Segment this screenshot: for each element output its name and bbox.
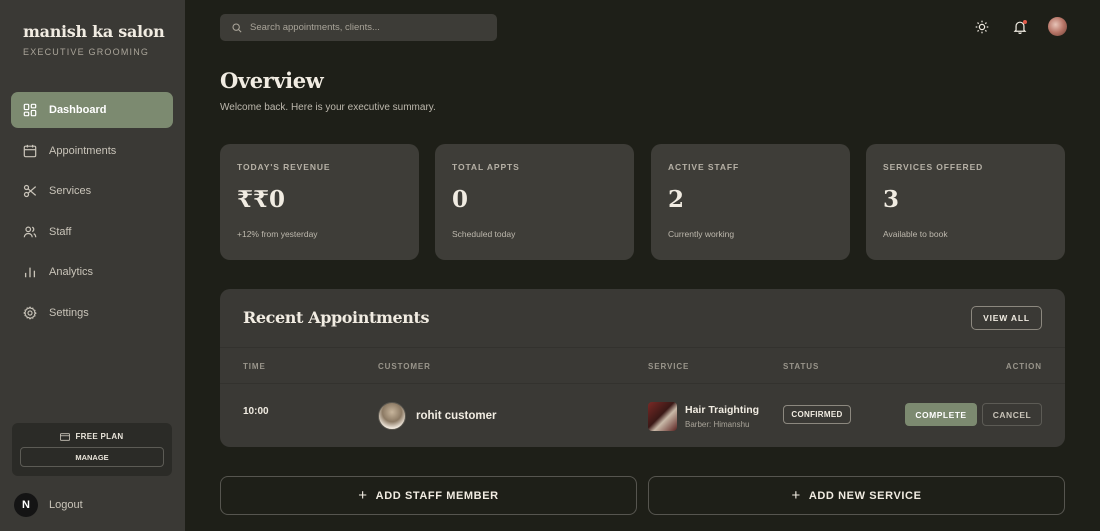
add-new-service-button[interactable]: + ADD NEW SERVICE: [648, 476, 1065, 515]
users-icon: [23, 225, 37, 237]
sidebar-item-settings[interactable]: Settings: [11, 295, 173, 331]
sidebar-item-label: Analytics: [49, 266, 94, 278]
scissors-icon: [23, 184, 37, 198]
stat-card-revenue: TODAY'S REVENUE ₹₹0 +12% from yesterday: [220, 144, 419, 260]
recent-appointments-panel: Recent Appointments VIEW ALL TIME CUSTOM…: [220, 289, 1065, 447]
panel-title: Recent Appointments: [243, 308, 430, 327]
cancel-button[interactable]: CANCEL: [982, 403, 1042, 426]
logout-label: Logout: [49, 499, 83, 511]
stat-note: Available to book: [883, 229, 948, 239]
search-bar: [220, 14, 497, 41]
page-subtitle: Welcome back. Here is your executive sum…: [220, 102, 436, 113]
sidebar-item-dashboard[interactable]: Dashboard: [11, 92, 173, 128]
stat-value: 3: [883, 186, 900, 213]
plan-label: FREE PLAN: [12, 432, 172, 441]
stat-value: ₹₹0: [237, 186, 286, 213]
sidebar-item-staff[interactable]: Staff: [11, 214, 173, 250]
column-header-service: SERVICE: [648, 362, 690, 371]
stat-note: +12% from yesterday: [237, 229, 318, 239]
sidebar-nav: Dashboard Appointments Services Staff An…: [11, 92, 173, 335]
manage-plan-button[interactable]: MANAGE: [20, 447, 164, 467]
stat-card-appointments: TOTAL APPTS 0 Scheduled today: [435, 144, 634, 260]
appointment-time: 10:00: [243, 406, 269, 417]
sidebar-item-label: Services: [49, 185, 92, 197]
service-name: Hair Traighting: [685, 404, 760, 416]
stat-label: TODAY'S REVENUE: [237, 162, 331, 172]
view-all-button[interactable]: VIEW ALL: [971, 306, 1042, 330]
sidebar-item-label: Dashboard: [49, 104, 107, 116]
grid-icon: [23, 103, 37, 117]
sidebar: manish ka salon EXECUTIVE GROOMING Dashb…: [0, 0, 185, 531]
plus-icon: +: [358, 487, 368, 504]
complete-button[interactable]: COMPLETE: [905, 403, 977, 426]
notifications-button[interactable]: [1011, 18, 1029, 36]
notification-dot: [1023, 19, 1027, 24]
column-header-status: STATUS: [783, 362, 820, 371]
bar-chart-icon: [24, 267, 36, 278]
column-header-customer: CUSTOMER: [378, 362, 431, 371]
add-staff-member-button[interactable]: + ADD STAFF MEMBER: [220, 476, 637, 515]
plan-card: FREE PLAN MANAGE: [12, 423, 172, 476]
sidebar-item-analytics[interactable]: Analytics: [11, 254, 173, 290]
stat-label: SERVICES OFFERED: [883, 162, 984, 172]
sun-icon: [975, 20, 989, 33]
plan-name: FREE PLAN: [75, 432, 124, 441]
stat-card-staff: ACTIVE STAFF 2 Currently working: [651, 144, 850, 260]
customer-name: rohit customer: [416, 410, 497, 422]
sidebar-item-label: Appointments: [49, 144, 117, 157]
sidebar-item-label: Staff: [49, 225, 72, 238]
sidebar-item-label: Settings: [49, 306, 89, 319]
status-badge: CONFIRMED: [783, 405, 851, 424]
brand: manish ka salon EXECUTIVE GROOMING: [23, 22, 165, 57]
calendar-icon: [23, 144, 37, 157]
service-cell: Hair Traighting Barber: Himanshu: [648, 402, 759, 431]
column-header-action: ACTION: [1005, 362, 1042, 371]
stat-value: 0: [452, 186, 469, 213]
table-header: TIME CUSTOMER SERVICE STATUS ACTION: [220, 348, 1065, 384]
brand-name: manish ka salon: [23, 22, 165, 41]
stat-card-services: SERVICES OFFERED 3 Available to book: [866, 144, 1065, 260]
user-initial-badge: N: [14, 493, 38, 517]
plus-icon: +: [791, 487, 801, 504]
column-header-time: TIME: [243, 362, 266, 371]
stat-label: ACTIVE STAFF: [668, 162, 740, 172]
logout-button[interactable]: N Logout: [14, 493, 83, 517]
header-actions: [973, 17, 1067, 36]
search-input[interactable]: [250, 22, 480, 33]
panel-header: Recent Appointments VIEW ALL: [220, 289, 1065, 348]
sidebar-item-appointments[interactable]: Appointments: [11, 133, 173, 169]
stat-note: Currently working: [668, 229, 735, 239]
gear-icon: [23, 305, 37, 320]
stat-label: TOTAL APPTS: [452, 162, 520, 172]
customer-avatar: [378, 402, 406, 430]
sidebar-item-services[interactable]: Services: [11, 173, 173, 209]
add-staff-label: ADD STAFF MEMBER: [375, 489, 499, 502]
page-title: Overview: [220, 68, 324, 93]
table-row: 10:00 rohit customer Hair Traighting Bar…: [220, 384, 1065, 447]
service-thumbnail: [648, 402, 677, 431]
search-icon: [232, 22, 242, 33]
stat-note: Scheduled today: [452, 229, 516, 239]
credit-card-icon: [60, 432, 71, 441]
theme-toggle-button[interactable]: [973, 18, 991, 36]
customer-cell: rohit customer: [378, 402, 497, 430]
brand-tagline: EXECUTIVE GROOMING: [23, 47, 150, 57]
avatar[interactable]: [1048, 17, 1067, 36]
stat-value: 2: [668, 186, 685, 213]
add-service-label: ADD NEW SERVICE: [808, 489, 922, 502]
service-barber: Barber: Himanshu: [685, 420, 750, 429]
